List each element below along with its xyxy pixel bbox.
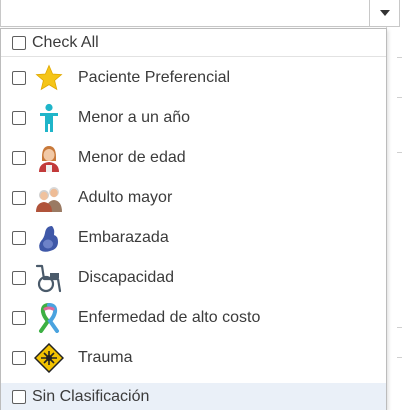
option-embarazada[interactable]: Embarazada [1,218,386,258]
child-icon [34,103,64,133]
option-enfermedad-de-alto-costo[interactable]: Enfermedad de alto costo [1,298,386,338]
chevron-down-icon [379,10,390,16]
pregnant-icon [34,223,64,253]
option-adulto-mayor[interactable]: Adulto mayor [1,178,386,218]
option-checkbox[interactable] [12,71,26,85]
option-trauma[interactable]: Trauma [1,338,386,378]
option-checkbox[interactable] [12,271,26,285]
option-checkbox[interactable] [12,151,26,165]
option-checkbox[interactable] [12,311,26,325]
check-all-checkbox[interactable] [12,35,26,50]
elderly-people-icon [34,183,64,213]
minor-person-icon [34,143,64,173]
wheelchair-icon [34,263,64,293]
awareness-ribbon-icon [34,303,64,333]
classification-dropdown-list: Check All Paciente Preferencial Menor a … [0,28,387,410]
option-sin-clasificacion[interactable]: Sin Clasificación [1,383,386,410]
option-checkbox[interactable] [12,389,26,404]
option-checkbox[interactable] [12,231,26,245]
option-discapacidad[interactable]: Discapacidad [1,258,386,298]
option-checkbox[interactable] [12,351,26,365]
option-menor-a-un-ano[interactable]: Menor a un año [1,98,386,138]
option-checkbox[interactable] [12,191,26,205]
star-icon [34,63,64,93]
dropdown-arrow-button[interactable] [369,0,399,26]
check-all-label: Check All [32,33,99,51]
background-panel-edge [386,27,402,410]
classification-combobox[interactable] [0,0,400,27]
check-all-option[interactable]: Check All [1,29,386,57]
trauma-warning-icon [34,343,64,373]
option-menor-de-edad[interactable]: Menor de edad [1,138,386,178]
option-checkbox[interactable] [12,111,26,125]
option-paciente-preferencial[interactable]: Paciente Preferencial [1,58,386,98]
